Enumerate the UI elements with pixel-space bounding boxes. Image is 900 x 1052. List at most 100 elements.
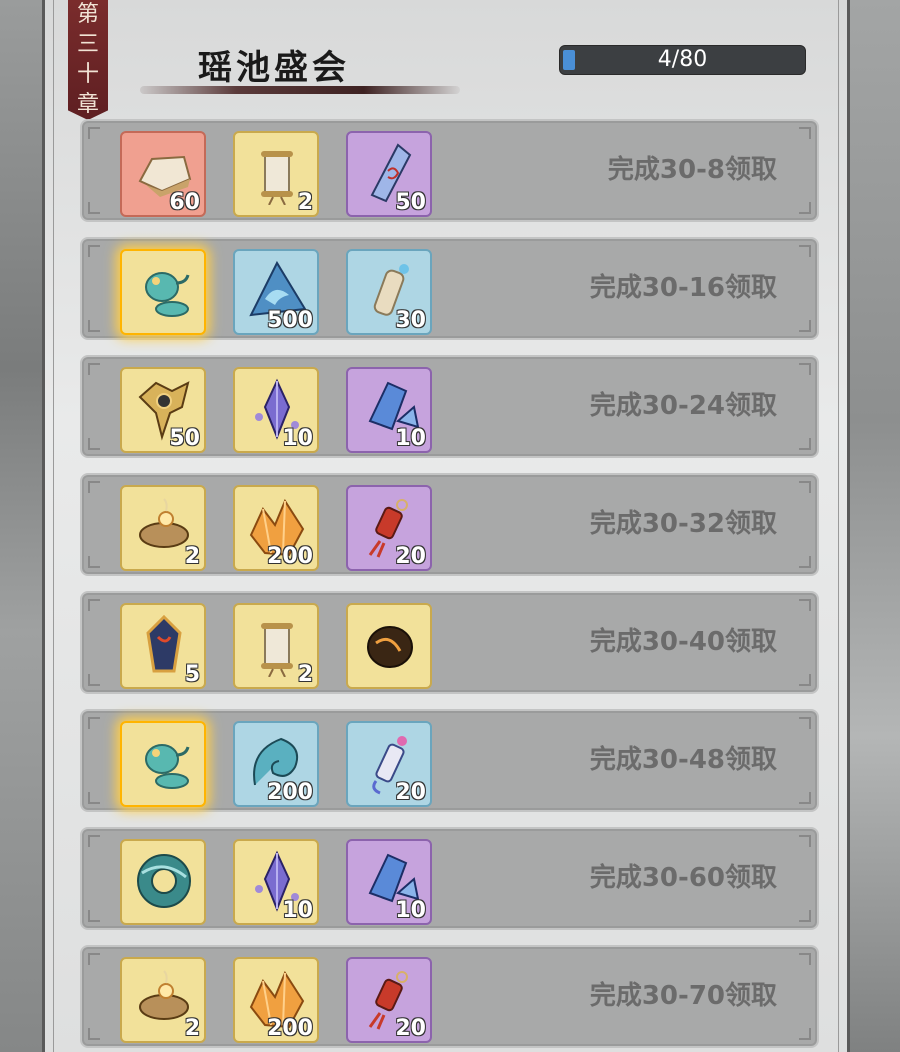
item-quantity: 30 [395, 308, 426, 333]
row-corner-ornament [799, 717, 811, 729]
item-quantity: 10 [395, 898, 426, 923]
row-corner-ornament [799, 481, 811, 493]
item-quantity: 500 [267, 308, 313, 333]
reward-item-slot[interactable] [346, 603, 432, 689]
row-corner-ornament [88, 127, 100, 139]
item-quantity: 2 [184, 1016, 200, 1041]
reward-item-slot[interactable]: 20 [346, 957, 432, 1043]
event-title: 瑶池盛会 [198, 48, 350, 88]
item-quantity: 10 [395, 426, 426, 451]
claim-condition-label: 完成30-60领取 [589, 863, 777, 893]
row-corner-ornament [799, 438, 811, 450]
row-corner-ornament [799, 792, 811, 804]
item-quantity: 20 [395, 1016, 426, 1041]
reward-row: 500 30 完成30-16领取 [80, 237, 819, 340]
item-quantity: 2 [297, 662, 313, 687]
reward-item-slot[interactable]: 2 [233, 603, 319, 689]
row-corner-ornament [88, 910, 100, 922]
reward-item-slot[interactable]: 20 [346, 721, 432, 807]
claim-condition-label: 完成30-16领取 [589, 273, 777, 303]
row-corner-ornament [799, 320, 811, 332]
reward-item-slot[interactable]: 30 [346, 249, 432, 335]
row-corner-ornament [799, 556, 811, 568]
row-corner-ornament [799, 245, 811, 257]
reward-item-slot[interactable]: 50 [120, 367, 206, 453]
title-brush-stroke [140, 86, 460, 94]
claim-condition-label: 完成30-40领取 [589, 627, 777, 657]
item-quantity: 200 [267, 544, 313, 569]
row-corner-ornament [799, 202, 811, 214]
reward-row: 200 20 完成30-48领取 [80, 709, 819, 812]
row-corner-ornament [88, 1028, 100, 1040]
reward-item-slot[interactable] [120, 249, 206, 335]
teapot-icon [145, 272, 190, 317]
item-quantity: 2 [297, 190, 313, 215]
teapot-icon [145, 744, 190, 789]
reward-row: 2 200 20 完成30-70领取 [80, 945, 819, 1048]
row-corner-ornament [88, 835, 100, 847]
progress-bar: 4/80 [559, 45, 806, 75]
item-quantity: 20 [395, 780, 426, 805]
progress-text: 4/80 [657, 47, 708, 72]
reward-item-slot[interactable]: 20 [346, 485, 432, 571]
row-corner-ornament [88, 556, 100, 568]
item-quantity: 50 [169, 426, 200, 451]
reward-item-slot[interactable]: 500 [233, 249, 319, 335]
row-corner-ornament [88, 363, 100, 375]
reward-row: 10 10 完成30-60领取 [80, 827, 819, 930]
claim-condition-label: 完成30-8领取 [607, 155, 777, 185]
reward-row: 2 200 20 完成30-32领取 [80, 473, 819, 576]
reward-item-slot[interactable]: 10 [233, 839, 319, 925]
claim-condition-label: 完成30-70领取 [589, 981, 777, 1011]
reward-row: 60 2 50 完成30-8领取 [80, 119, 819, 222]
item-quantity: 60 [169, 190, 200, 215]
row-corner-ornament [88, 599, 100, 611]
row-corner-ornament [799, 127, 811, 139]
row-corner-ornament [88, 674, 100, 686]
row-corner-ornament [88, 717, 100, 729]
chapter-tag: 第三十章 [68, 0, 108, 120]
reward-item-slot[interactable]: 200 [233, 721, 319, 807]
row-corner-ornament [88, 202, 100, 214]
claim-condition-label: 完成30-48领取 [589, 745, 777, 775]
reward-item-slot[interactable]: 10 [233, 367, 319, 453]
row-corner-ornament [799, 363, 811, 375]
row-corner-ornament [799, 599, 811, 611]
row-corner-ornament [88, 953, 100, 965]
reward-row: 5 2 完成30-40领取 [80, 591, 819, 694]
item-quantity: 200 [267, 780, 313, 805]
item-quantity: 5 [184, 662, 200, 687]
background-right [850, 0, 900, 1052]
reward-item-slot[interactable]: 200 [233, 485, 319, 571]
reward-item-slot[interactable]: 60 [120, 131, 206, 217]
reward-item-slot[interactable]: 10 [346, 839, 432, 925]
item-quantity: 2 [184, 544, 200, 569]
row-corner-ornament [88, 792, 100, 804]
dark-orb-icon [367, 626, 413, 668]
reward-item-slot[interactable]: 5 [120, 603, 206, 689]
row-corner-ornament [799, 1028, 811, 1040]
row-corner-ornament [799, 910, 811, 922]
reward-item-slot[interactable]: 50 [346, 131, 432, 217]
reward-item-slot[interactable]: 2 [120, 485, 206, 571]
item-quantity: 50 [395, 190, 426, 215]
row-corner-ornament [799, 674, 811, 686]
background-left [0, 0, 42, 1052]
reward-item-slot[interactable]: 2 [120, 957, 206, 1043]
reward-item-slot[interactable] [120, 839, 206, 925]
row-corner-ornament [799, 953, 811, 965]
reward-item-slot[interactable] [120, 721, 206, 807]
reward-item-slot[interactable]: 200 [233, 957, 319, 1043]
reward-item-slot[interactable]: 2 [233, 131, 319, 217]
item-quantity: 10 [282, 426, 313, 451]
claim-condition-label: 完成30-24领取 [589, 391, 777, 421]
reward-item-slot[interactable]: 10 [346, 367, 432, 453]
row-corner-ornament [88, 481, 100, 493]
row-corner-ornament [799, 835, 811, 847]
row-corner-ornament [88, 320, 100, 332]
reward-row: 50 10 10 完成30-24领取 [80, 355, 819, 458]
row-corner-ornament [88, 245, 100, 257]
item-quantity: 10 [282, 898, 313, 923]
ring-token-icon [137, 854, 191, 908]
item-quantity: 20 [395, 544, 426, 569]
